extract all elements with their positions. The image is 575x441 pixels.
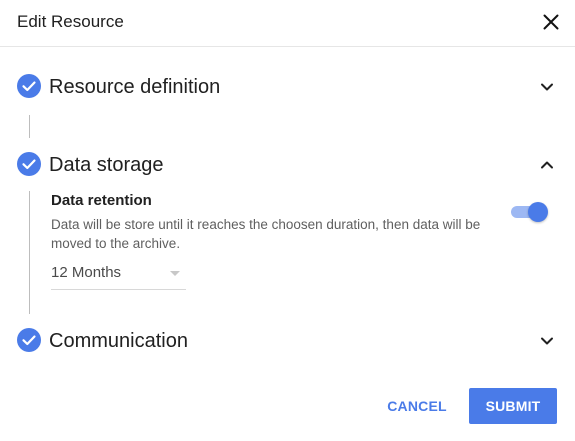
step-data-storage[interactable]: Data storage [17, 152, 575, 178]
data-retention-description: Data will be store until it reaches the … [51, 217, 481, 251]
toggle-knob [528, 202, 548, 222]
data-retention-toggle[interactable] [511, 201, 549, 223]
step-communication[interactable]: Communication [17, 328, 575, 354]
dropdown-arrow-icon [170, 271, 180, 276]
edit-resource-dialog: Edit Resource Resource definition Data s… [0, 0, 575, 441]
retention-duration-select[interactable]: 12 Months [51, 261, 186, 290]
step-title: Communication [49, 330, 188, 352]
check-circle-icon [17, 74, 41, 98]
step-title: Resource definition [49, 76, 221, 98]
dialog-title: Edit Resource [17, 12, 124, 31]
data-retention-label: Data retention [51, 192, 152, 209]
chevron-down-icon[interactable] [537, 331, 557, 351]
close-icon [543, 14, 559, 30]
chevron-up-icon[interactable] [537, 155, 557, 175]
step-resource-definition[interactable]: Resource definition [17, 74, 575, 100]
step-connector [29, 191, 30, 314]
check-circle-icon [17, 152, 41, 176]
chevron-down-icon[interactable] [537, 77, 557, 97]
select-value: 12 Months [51, 264, 122, 281]
dialog-header: Edit Resource [0, 0, 575, 47]
step-title: Data storage [49, 154, 164, 176]
step-connector [29, 115, 30, 138]
close-button[interactable] [539, 10, 563, 34]
submit-button[interactable]: SUBMIT [469, 388, 557, 424]
cancel-button[interactable]: CANCEL [380, 388, 454, 424]
check-circle-icon [17, 328, 41, 352]
